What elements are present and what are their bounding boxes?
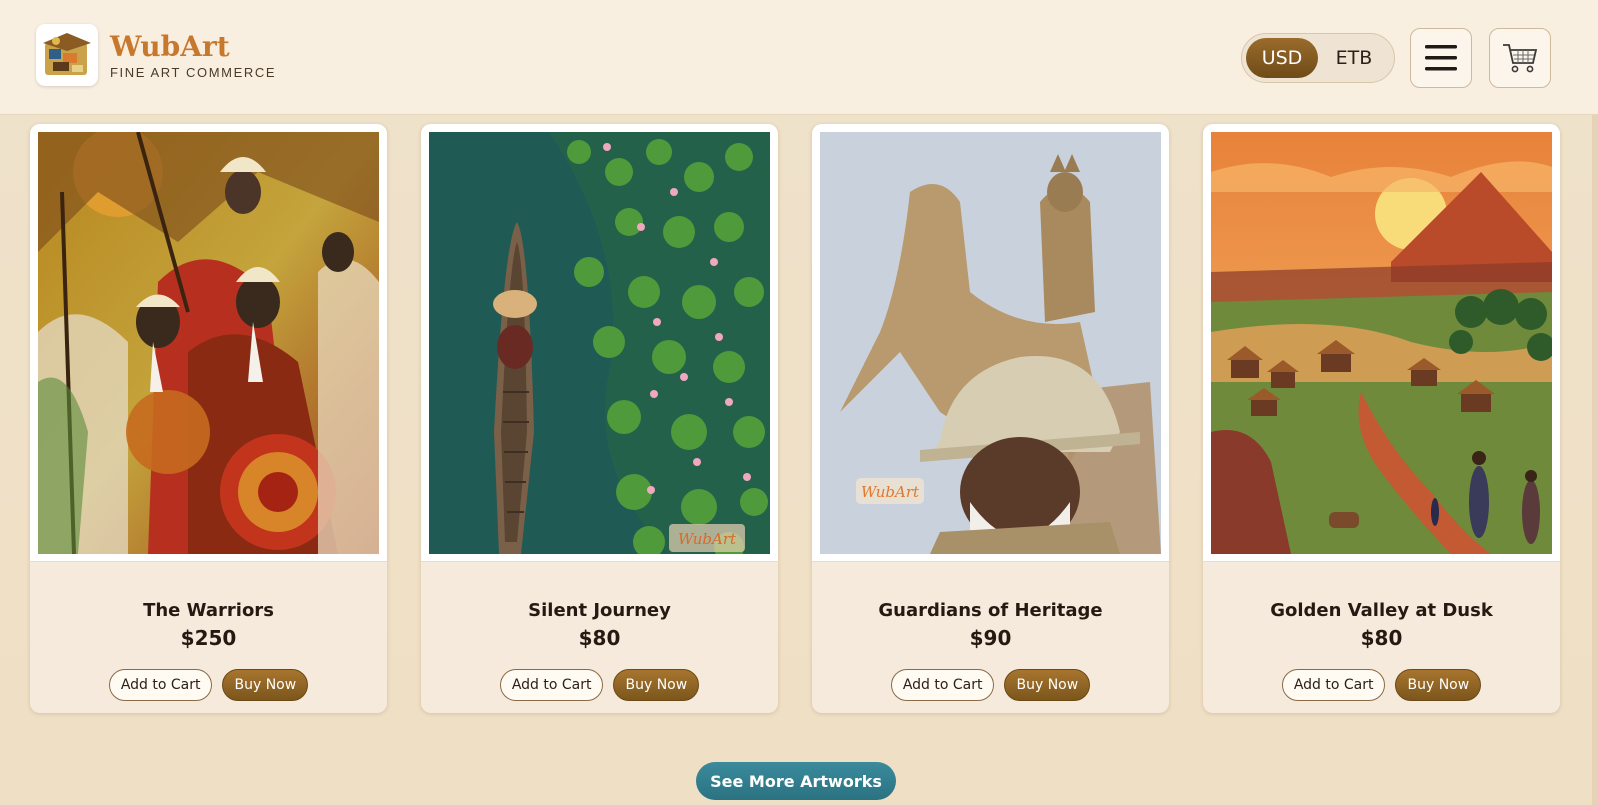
- brand[interactable]: WubArt FINE ART COMMERCE: [36, 24, 276, 86]
- product-card: WubArt Silent Journey $80 Add to Cart Bu…: [421, 124, 778, 713]
- currency-toggle[interactable]: USD ETB: [1241, 33, 1395, 83]
- artwork-image[interactable]: WubArt: [429, 132, 770, 554]
- brand-tagline: FINE ART COMMERCE: [110, 64, 277, 80]
- site-header: WubArt FINE ART COMMERCE USD ETB: [0, 0, 1598, 115]
- shopping-cart-icon: [1503, 44, 1538, 73]
- artwork-image[interactable]: [38, 132, 379, 554]
- currency-option-etb[interactable]: ETB: [1318, 38, 1390, 78]
- scrollbar[interactable]: [1592, 115, 1598, 805]
- product-card: Golden Valley at Dusk $80 Add to Cart Bu…: [1203, 124, 1560, 713]
- product-card: WubArt Guardians of Heritage $90 Add to …: [812, 124, 1169, 713]
- menu-button[interactable]: [1410, 28, 1472, 88]
- product-title: The Warriors: [143, 600, 274, 621]
- product-price: $80: [578, 626, 621, 650]
- add-to-cart-button[interactable]: Add to Cart: [499, 669, 604, 701]
- cart-button[interactable]: [1489, 28, 1551, 88]
- product-title: Guardians of Heritage: [878, 600, 1103, 621]
- product-price: $90: [969, 626, 1012, 650]
- hamburger-menu-icon: [1425, 45, 1457, 71]
- art-chest-logo-icon: [36, 24, 98, 86]
- add-to-cart-button[interactable]: Add to Cart: [890, 669, 995, 701]
- see-more-artworks-button[interactable]: See More Artworks: [696, 762, 896, 800]
- buy-now-button[interactable]: Buy Now: [613, 669, 700, 701]
- buy-now-button[interactable]: Buy Now: [222, 669, 309, 701]
- watermark-text: WubArt: [861, 483, 920, 501]
- brand-name: WubArt: [110, 29, 230, 63]
- product-card: The Warriors $250 Add to Cart Buy Now: [30, 124, 387, 713]
- product-price: $80: [1360, 626, 1403, 650]
- product-title: Golden Valley at Dusk: [1270, 600, 1493, 621]
- artwork-image[interactable]: [1211, 132, 1552, 554]
- currency-option-usd[interactable]: USD: [1246, 38, 1318, 78]
- buy-now-button[interactable]: Buy Now: [1004, 669, 1091, 701]
- artwork-image[interactable]: WubArt: [820, 132, 1161, 554]
- add-to-cart-button[interactable]: Add to Cart: [1281, 669, 1386, 701]
- buy-now-button[interactable]: Buy Now: [1395, 669, 1482, 701]
- product-title: Silent Journey: [528, 600, 671, 621]
- product-price: $250: [180, 626, 237, 650]
- add-to-cart-button[interactable]: Add to Cart: [108, 669, 213, 701]
- watermark-text: WubArt: [678, 530, 737, 548]
